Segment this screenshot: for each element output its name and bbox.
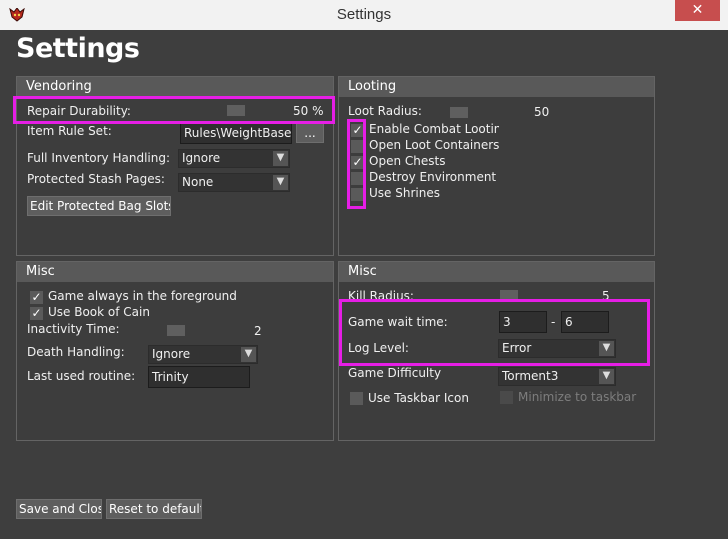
page-title: Settings	[16, 33, 140, 64]
loot-containers-checkbox[interactable]	[351, 140, 364, 153]
inactivity-time-value: 2	[254, 324, 262, 338]
game-difficulty-value: Torment3	[502, 369, 559, 383]
taskbar-icon-label: Use Taskbar Icon	[368, 391, 469, 405]
reset-defaults-button[interactable]: Reset to defaults	[106, 499, 202, 519]
chevron-down-icon: ▼	[273, 151, 288, 166]
full-inventory-value: Ignore	[182, 151, 221, 165]
taskbar-icon-checkbox[interactable]	[350, 392, 363, 405]
kill-radius-value: 5	[602, 289, 610, 303]
vendoring-header: Vendoring	[17, 77, 333, 97]
vendoring-panel: Vendoring Repair Durability: 50 % Item R…	[16, 76, 334, 256]
repair-durability-slider[interactable]	[227, 105, 245, 116]
repair-durability-label: Repair Durability:	[27, 104, 131, 118]
protected-stash-select[interactable]: None ▼	[178, 173, 290, 192]
protected-stash-label: Protected Stash Pages:	[27, 172, 165, 186]
death-handling-select[interactable]: Ignore ▼	[148, 345, 258, 364]
looting-panel: Looting Loot Radius: 50 ✓ Enable Combat …	[338, 76, 655, 256]
log-level-select[interactable]: Error ▼	[498, 339, 616, 358]
kill-radius-slider[interactable]	[500, 290, 518, 301]
full-inventory-select[interactable]: Ignore ▼	[178, 149, 290, 168]
game-wait-min-input[interactable]: 3	[499, 311, 547, 333]
log-level-label: Log Level:	[348, 341, 409, 355]
last-routine-label: Last used routine:	[27, 369, 136, 383]
item-rule-set-input[interactable]: Rules\WeightBased	[180, 122, 292, 144]
full-inventory-label: Full Inventory Handling:	[27, 151, 170, 165]
death-handling-value: Ignore	[152, 347, 191, 361]
chevron-down-icon: ▼	[241, 347, 256, 362]
title-bar: Settings ✕	[0, 0, 728, 30]
use-book-label: Use Book of Cain	[48, 305, 150, 319]
combat-looting-checkbox[interactable]: ✓	[351, 124, 364, 137]
game-wait-separator: -	[551, 315, 556, 329]
death-handling-label: Death Handling:	[27, 345, 125, 359]
game-foreground-label: Game always in the foreground	[48, 289, 237, 303]
combat-looting-label: Enable Combat Looting	[369, 122, 499, 136]
inactivity-time-label: Inactivity Time:	[27, 322, 120, 336]
game-wait-label: Game wait time:	[348, 315, 448, 329]
loot-radius-label: Loot Radius:	[348, 104, 422, 118]
browse-rule-set-button[interactable]: ...	[296, 123, 324, 143]
repair-durability-value: 50 %	[293, 104, 324, 118]
window-title: Settings	[336, 6, 392, 23]
destroy-environment-label: Destroy Environment	[369, 170, 497, 184]
use-shrines-label: Use Shrines	[369, 186, 440, 200]
use-shrines-checkbox[interactable]	[351, 188, 364, 201]
chevron-down-icon: ▼	[599, 341, 614, 356]
game-foreground-checkbox[interactable]: ✓	[30, 291, 43, 304]
kill-radius-label: Kill Radius:	[348, 289, 414, 303]
destroy-environment-checkbox[interactable]	[351, 172, 364, 185]
misc-left-header: Misc	[17, 262, 333, 282]
edit-bag-slots-button[interactable]: Edit Protected Bag Slots	[27, 196, 171, 216]
loot-containers-label: Open Loot Containers	[369, 138, 500, 152]
loot-radius-value: 50	[534, 105, 550, 119]
use-book-checkbox[interactable]: ✓	[30, 307, 43, 320]
minimize-taskbar-label: Minimize to taskbar	[518, 390, 637, 404]
last-routine-input[interactable]: Trinity	[148, 366, 250, 388]
chevron-down-icon: ▼	[273, 175, 288, 190]
open-chests-label: Open Chests	[369, 154, 446, 168]
game-difficulty-select[interactable]: Torment3 ▼	[498, 367, 616, 386]
item-rule-set-label: Item Rule Set:	[27, 124, 112, 138]
log-level-value: Error	[502, 341, 532, 355]
minimize-taskbar-checkbox[interactable]	[500, 391, 513, 404]
game-wait-max-input[interactable]: 6	[561, 311, 609, 333]
misc-left-panel: Misc ✓ Game always in the foreground ✓ U…	[16, 261, 334, 441]
save-close-button[interactable]: Save and Close	[16, 499, 102, 519]
game-difficulty-label: Game Difficulty	[348, 366, 442, 380]
misc-right-panel: Misc Kill Radius: 5 Game wait time: 3 - …	[338, 261, 655, 441]
protected-stash-value: None	[182, 175, 214, 189]
inactivity-time-slider[interactable]	[167, 325, 185, 336]
loot-radius-slider[interactable]	[450, 107, 468, 118]
chevron-down-icon: ▼	[599, 369, 614, 384]
open-chests-checkbox[interactable]: ✓	[351, 156, 364, 169]
looting-header: Looting	[339, 77, 654, 97]
misc-right-header: Misc	[339, 262, 654, 282]
close-icon[interactable]: ✕	[675, 0, 720, 21]
